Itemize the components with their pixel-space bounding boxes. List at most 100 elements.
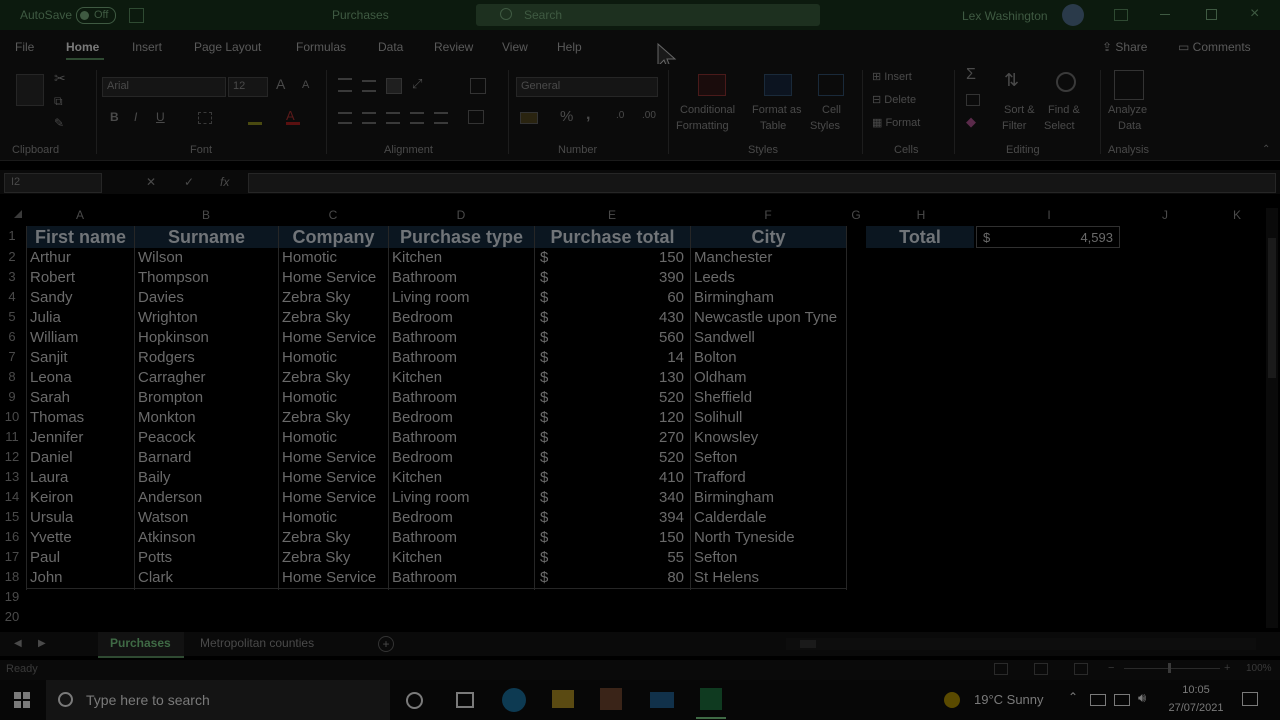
table-cell[interactable]: 130 (538, 369, 684, 386)
table-cell[interactable]: Home Service (282, 489, 386, 506)
table-cell[interactable]: Manchester (694, 249, 844, 266)
store-icon[interactable] (600, 688, 622, 710)
table-cell[interactable]: 520 (538, 389, 684, 406)
table-cell[interactable]: Brompton (138, 389, 276, 406)
align-left-icon[interactable] (338, 112, 352, 124)
table-cell[interactable]: 14 (538, 349, 684, 366)
show-hidden-icons-icon[interactable]: ⌃ (1068, 690, 1078, 704)
table-cell[interactable]: 410 (538, 469, 684, 486)
table-cell[interactable]: Arthur (30, 249, 132, 266)
tab-data[interactable]: Data (378, 40, 403, 54)
top-align-icon[interactable] (338, 78, 352, 92)
table-cell[interactable]: Yvette (30, 529, 132, 546)
zoom-slider-thumb[interactable] (1168, 663, 1171, 673)
table-cell[interactable]: Davies (138, 289, 276, 306)
font-name-select[interactable]: Arial (102, 77, 226, 97)
weather-sun-icon[interactable] (944, 692, 960, 708)
align-center-icon[interactable] (362, 112, 376, 124)
user-name[interactable]: Lex Washington (962, 9, 1048, 23)
increase-decimal-icon[interactable]: .0 (616, 110, 624, 121)
table-cell[interactable]: Kitchen (392, 469, 532, 486)
enter-icon[interactable]: ✓ (184, 175, 194, 189)
avatar[interactable] (1062, 4, 1084, 26)
row-header[interactable]: 7 (0, 349, 24, 364)
total-value-cell[interactable]: $ 4,593 (976, 226, 1120, 248)
clock-date[interactable]: 27/07/2021 (1160, 702, 1232, 714)
page-break-view-icon[interactable] (1074, 663, 1088, 675)
table-cell[interactable]: Kitchen (392, 249, 532, 266)
table-cell[interactable]: 55 (538, 549, 684, 566)
table-cell[interactable]: Zebra Sky (282, 409, 386, 426)
formula-input[interactable] (248, 173, 1276, 193)
name-box[interactable]: I2 (4, 173, 102, 193)
table-cell[interactable]: Sandy (30, 289, 132, 306)
monitor-icon[interactable] (1114, 694, 1130, 706)
cortana-icon[interactable] (406, 692, 423, 709)
row-header[interactable]: 13 (0, 469, 24, 484)
table-cell[interactable]: Bedroom (392, 509, 532, 526)
table-cell[interactable]: Leeds (694, 269, 844, 286)
clear-icon[interactable]: ◆ (966, 114, 976, 130)
mail-icon[interactable] (650, 692, 674, 708)
table-cell[interactable]: 150 (538, 249, 684, 266)
fill-icon[interactable] (966, 94, 980, 106)
table-cell[interactable]: Homotic (282, 429, 386, 446)
table-cell[interactable]: 394 (538, 509, 684, 526)
horizontal-scroll-thumb[interactable] (800, 640, 816, 648)
table-cell[interactable]: Carragher (138, 369, 276, 386)
tab-formulas[interactable]: Formulas (296, 40, 346, 54)
table-cell[interactable]: Zebra Sky (282, 529, 386, 546)
table-cell[interactable]: Wrighton (138, 309, 276, 326)
sheet-tab-metropolitan-counties[interactable]: Metropolitan counties (200, 636, 314, 650)
table-cell[interactable]: St Helens (694, 569, 844, 586)
header-cell[interactable]: City (691, 226, 846, 248)
next-sheet-icon[interactable]: ▶ (38, 638, 46, 649)
tab-review[interactable]: Review (434, 40, 473, 54)
table-cell[interactable]: Bathroom (392, 269, 532, 286)
bold-button[interactable]: B (110, 110, 119, 124)
table-cell[interactable]: Living room (392, 289, 532, 306)
table-cell[interactable]: Bolton (694, 349, 844, 366)
table-cell[interactable]: Living room (392, 489, 532, 506)
tab-page-layout[interactable]: Page Layout (194, 40, 261, 54)
search-box[interactable]: Search (476, 4, 820, 26)
format-cells-button[interactable]: ▦ Format (872, 116, 920, 129)
row-header[interactable]: 12 (0, 449, 24, 464)
taskbar-search[interactable]: Type here to search (46, 680, 390, 720)
zoom-level[interactable]: 100% (1246, 663, 1272, 674)
minimize-icon[interactable] (1160, 14, 1170, 15)
column-header-e[interactable]: E (534, 208, 690, 224)
table-cell[interactable]: Zebra Sky (282, 289, 386, 306)
table-cell[interactable]: Monkton (138, 409, 276, 426)
tab-help[interactable]: Help (557, 40, 582, 54)
cancel-icon[interactable]: ✕ (146, 175, 156, 189)
table-cell[interactable]: Keiron (30, 489, 132, 506)
table-cell[interactable]: 430 (538, 309, 684, 326)
wrap-text-icon[interactable] (470, 78, 486, 94)
table-cell[interactable]: Home Service (282, 269, 386, 286)
table-cell[interactable]: Leona (30, 369, 132, 386)
cut-icon[interactable]: ✂ (54, 70, 66, 87)
number-format-select[interactable]: General (516, 77, 658, 97)
row-header[interactable]: 16 (0, 529, 24, 544)
prev-sheet-icon[interactable]: ◀ (14, 638, 22, 649)
autosum-icon[interactable]: Σ (966, 66, 976, 84)
table-cell[interactable]: Kitchen (392, 549, 532, 566)
table-cell[interactable]: Newcastle upon Tyne (694, 309, 844, 326)
percent-style-icon[interactable]: % (560, 108, 573, 125)
normal-view-icon[interactable] (994, 663, 1008, 675)
row-header[interactable]: 20 (0, 609, 24, 624)
windows-start-icon[interactable] (14, 692, 30, 708)
table-cell[interactable]: Sarah (30, 389, 132, 406)
vertical-scroll-thumb[interactable] (1268, 238, 1276, 378)
table-cell[interactable]: Zebra Sky (282, 549, 386, 566)
align-right-icon[interactable] (386, 112, 400, 124)
edge-browser-icon[interactable] (502, 688, 526, 712)
table-cell[interactable]: Home Service (282, 449, 386, 466)
table-cell[interactable]: Baily (138, 469, 276, 486)
table-cell[interactable]: Knowsley (694, 429, 844, 446)
table-cell[interactable]: Jennifer (30, 429, 132, 446)
conditional-formatting-button[interactable]: Conditional Formatting (676, 70, 746, 136)
comments-button[interactable]: ▭ Comments (1178, 40, 1251, 54)
table-cell[interactable]: Robert (30, 269, 132, 286)
